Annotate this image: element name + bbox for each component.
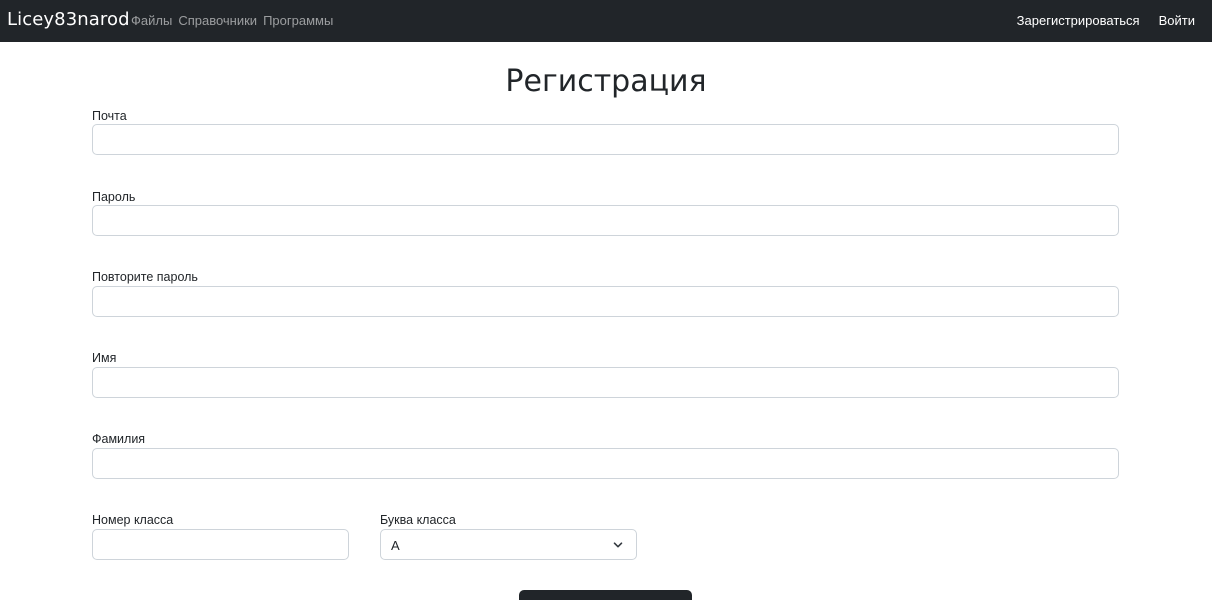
nav-link-files[interactable]: Файлы — [131, 13, 172, 29]
first-name-input[interactable] — [92, 367, 1119, 398]
password-input[interactable] — [92, 205, 1119, 236]
class-letter-label: Буква класса — [380, 513, 456, 527]
brand-link[interactable]: Licey83narod — [7, 9, 130, 31]
submit-button[interactable] — [519, 590, 692, 600]
last-name-input[interactable] — [92, 448, 1119, 479]
top-navbar: Licey83narod Файлы Справочники Программы… — [0, 0, 1212, 42]
chevron-down-icon — [613, 542, 623, 548]
last-name-label: Фамилия — [92, 432, 146, 446]
first-name-label: Имя — [92, 351, 117, 365]
class-letter-select[interactable]: А — [380, 529, 637, 560]
class-number-label: Номер класса — [92, 513, 174, 527]
nav-link-reference[interactable]: Справочники — [178, 13, 257, 29]
register-link[interactable]: Зарегистрироваться — [1017, 13, 1140, 29]
auth-nav: Зарегистрироваться Войти — [1017, 13, 1195, 29]
password-repeat-input[interactable] — [92, 286, 1119, 317]
page-title: Регистрация — [505, 64, 707, 99]
main-nav: Файлы Справочники Программы — [131, 13, 333, 29]
email-label: Почта — [92, 109, 127, 123]
password-repeat-label: Повторите пароль — [92, 270, 198, 284]
login-link[interactable]: Войти — [1159, 13, 1195, 29]
email-input[interactable] — [92, 124, 1119, 155]
nav-link-programs[interactable]: Программы — [263, 13, 333, 29]
class-letter-selected-value: А — [391, 538, 400, 553]
class-number-input[interactable] — [92, 529, 349, 560]
password-label: Пароль — [92, 190, 136, 204]
